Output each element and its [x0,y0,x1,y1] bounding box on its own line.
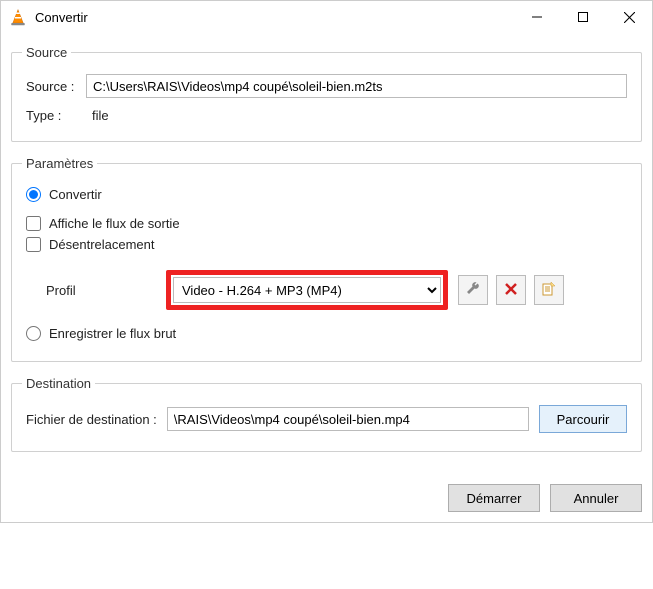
type-label: Type : [26,108,86,123]
destination-group: Destination Fichier de destination : Par… [11,376,642,452]
start-button[interactable]: Démarrer [448,484,540,512]
minimize-button[interactable] [514,1,560,33]
convert-window: Convertir Source Source : Type : file Pa… [0,0,653,523]
destination-label: Fichier de destination : [26,412,157,427]
delete-x-icon [503,281,519,300]
checkbox-show-output-label: Affiche le flux de sortie [49,216,180,231]
profile-highlight: Video - H.264 + MP3 (MP4) [166,270,448,310]
destination-input[interactable] [167,407,529,431]
checkbox-show-output[interactable]: Affiche le flux de sortie [26,216,627,231]
close-button[interactable] [606,1,652,33]
type-row: Type : file [26,108,627,123]
profile-row: Profil Video - H.264 + MP3 (MP4) [46,270,627,310]
window-content: Source Source : Type : file Paramètres C… [1,33,652,478]
type-value: file [92,108,109,123]
wrench-icon [465,281,481,300]
destination-row: Fichier de destination : Parcourir [26,405,627,433]
new-profile-icon [541,281,557,300]
radio-convert-input[interactable] [26,187,41,202]
vlc-icon [9,8,27,26]
convert-options: Affiche le flux de sortie Désentrelaceme… [26,216,627,252]
source-input[interactable] [86,74,627,98]
checkbox-deinterlace[interactable]: Désentrelacement [26,237,627,252]
profile-select[interactable]: Video - H.264 + MP3 (MP4) [173,277,441,303]
radio-rawstream[interactable]: Enregistrer le flux brut [26,326,627,341]
source-group: Source Source : Type : file [11,45,642,142]
parameters-legend: Paramètres [22,156,97,171]
dialog-buttons: Démarrer Annuler [1,478,652,522]
browse-button[interactable]: Parcourir [539,405,627,433]
radio-rawstream-label: Enregistrer le flux brut [49,326,176,341]
edit-profile-button[interactable] [458,275,488,305]
delete-profile-button[interactable] [496,275,526,305]
new-profile-button[interactable] [534,275,564,305]
profile-tool-buttons [458,275,564,305]
profile-label: Profil [46,283,166,298]
cancel-button[interactable]: Annuler [550,484,642,512]
radio-rawstream-input[interactable] [26,326,41,341]
source-row: Source : [26,74,627,98]
maximize-button[interactable] [560,1,606,33]
radio-convert-label: Convertir [49,187,102,202]
title-bar: Convertir [1,1,652,33]
source-legend: Source [22,45,71,60]
destination-legend: Destination [22,376,95,391]
parameters-group: Paramètres Convertir Affiche le flux de … [11,156,642,362]
checkbox-show-output-input[interactable] [26,216,41,231]
window-title: Convertir [35,10,88,25]
radio-convert[interactable]: Convertir [26,187,627,202]
checkbox-deinterlace-input[interactable] [26,237,41,252]
checkbox-deinterlace-label: Désentrelacement [49,237,155,252]
source-label: Source : [26,79,86,94]
